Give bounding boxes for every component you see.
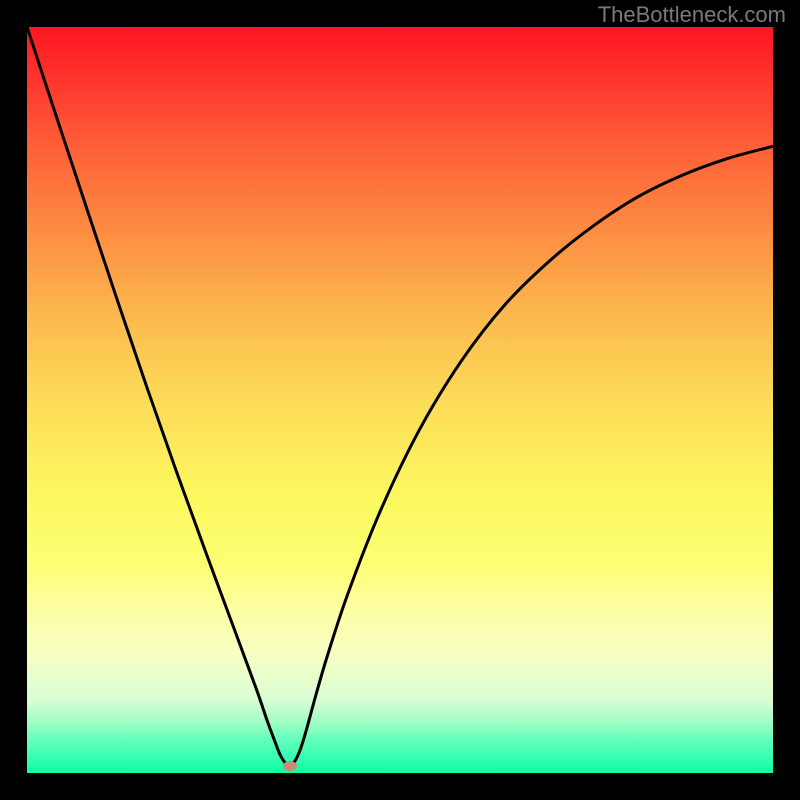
min-marker-icon	[283, 761, 297, 771]
chart-frame: TheBottleneck.com	[0, 0, 800, 800]
watermark-text: TheBottleneck.com	[598, 2, 786, 28]
bottleneck-curve	[27, 27, 773, 765]
curve-svg	[27, 27, 773, 773]
